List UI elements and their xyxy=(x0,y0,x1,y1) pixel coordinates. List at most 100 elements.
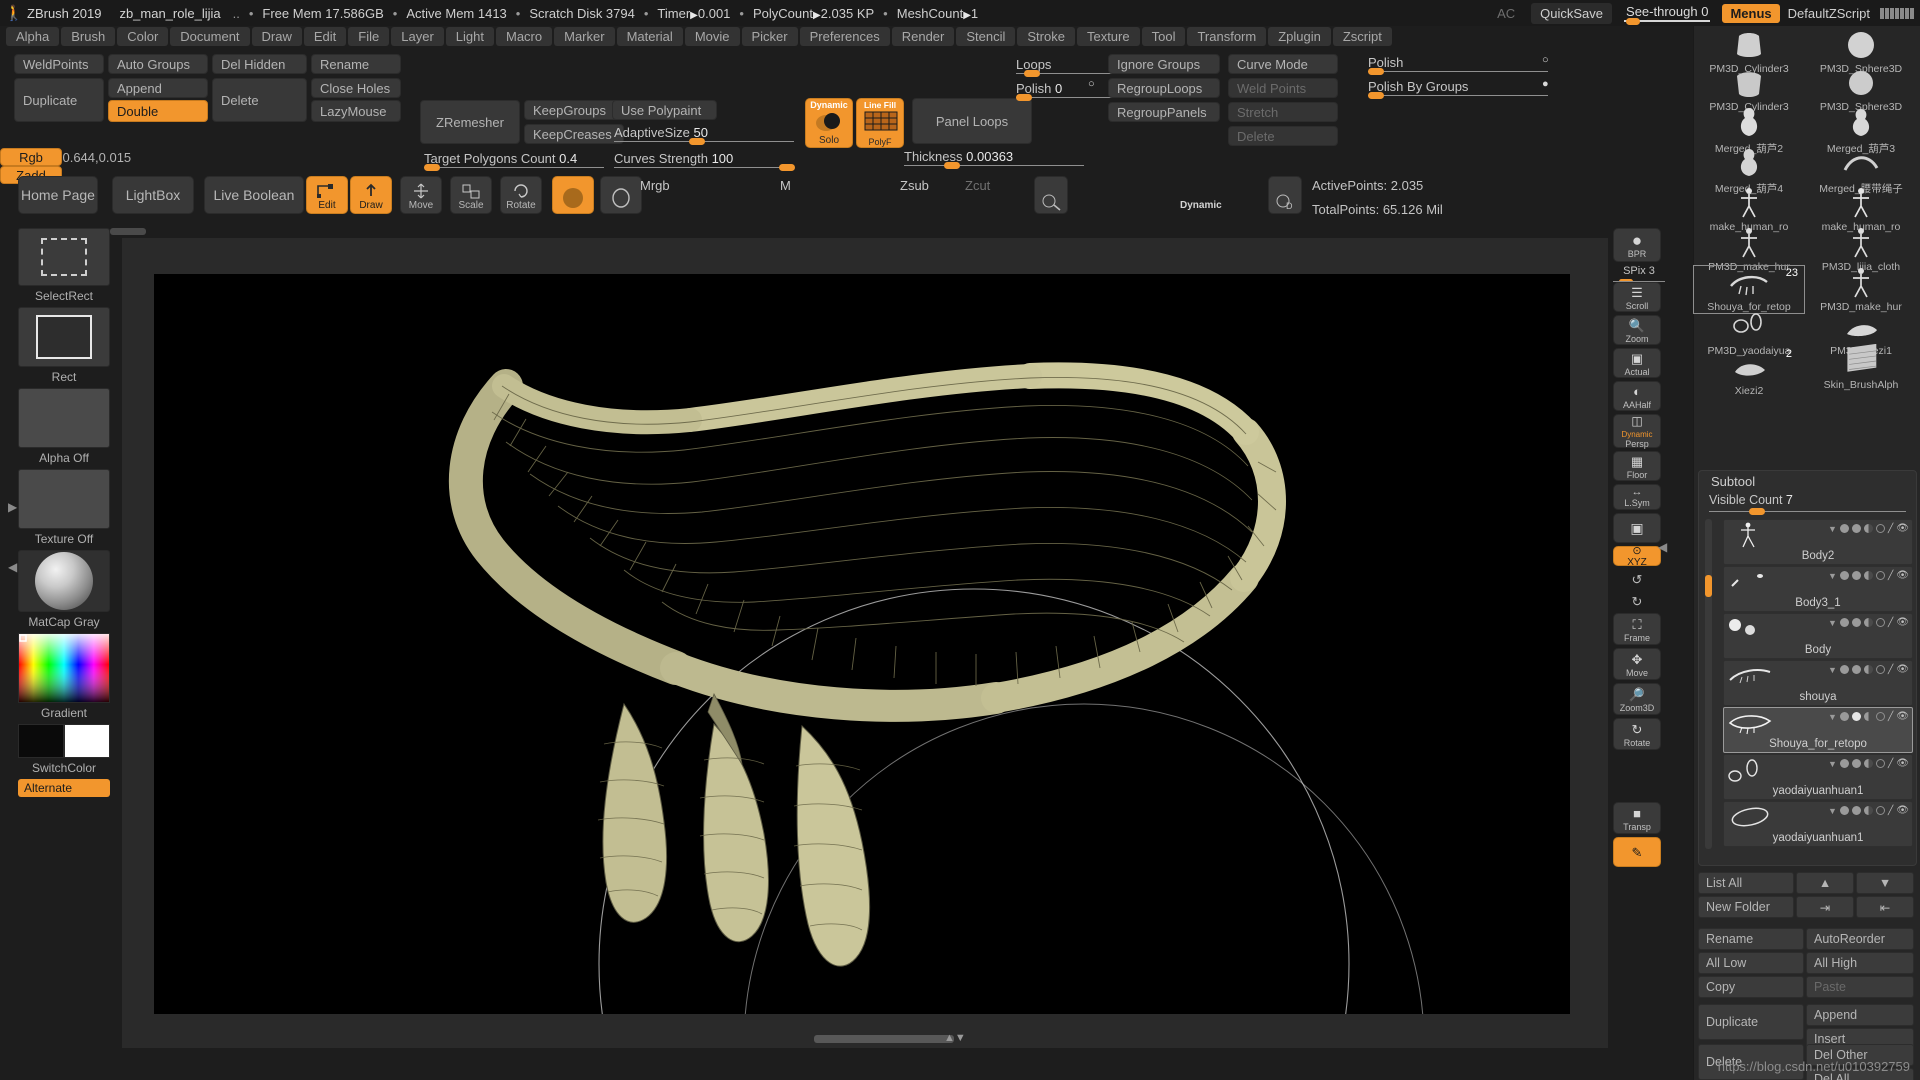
rename-subtool-button[interactable]: Rename xyxy=(1698,928,1804,950)
focal-shift-icon-button[interactable] xyxy=(1034,176,1068,214)
chevron-down-icon[interactable]: ▼ xyxy=(1828,618,1837,628)
menu-zscript[interactable]: Zscript xyxy=(1333,27,1392,46)
edit-mode-button[interactable]: Edit xyxy=(306,176,348,214)
regrouploops-button[interactable]: RegroupLoops xyxy=(1108,78,1220,98)
zoom3d-button[interactable]: 🔎 Zoom3D xyxy=(1613,683,1661,715)
current-brush-button[interactable] xyxy=(552,176,594,214)
win-bar-1[interactable] xyxy=(1880,8,1884,19)
canvas-scroll-thumb[interactable] xyxy=(814,1035,954,1043)
visibility-dot-a[interactable] xyxy=(1840,618,1849,627)
menu-macro[interactable]: Macro xyxy=(496,27,552,46)
copy-button[interactable]: Copy xyxy=(1698,976,1804,998)
frame-button[interactable]: ⛶ Frame xyxy=(1613,613,1661,645)
visible-count-slider[interactable]: Visible Count 7 xyxy=(1709,491,1906,509)
tool-thumb-13[interactable]: PM3D_make_hur xyxy=(1806,266,1916,313)
adaptivesize-slider[interactable]: AdaptiveSize 50 xyxy=(614,124,794,142)
contrast-ring-icon[interactable] xyxy=(1876,759,1885,768)
list-all-button[interactable]: List All xyxy=(1698,872,1794,894)
move3d-button[interactable]: ✥ Move xyxy=(1613,648,1661,680)
menu-picker[interactable]: Picker xyxy=(742,27,798,46)
move-up-button[interactable]: ▲ xyxy=(1796,872,1854,894)
subtool-row-icons[interactable]: ▼ ╱ 👁 xyxy=(1828,617,1909,628)
contrast-ring-icon[interactable] xyxy=(1876,665,1885,674)
primary-color-swatch[interactable] xyxy=(18,724,64,758)
rename-button[interactable]: Rename xyxy=(311,54,401,74)
del-hidden-button[interactable]: Del Hidden xyxy=(212,54,307,74)
selectrect-swatch[interactable] xyxy=(18,228,110,286)
polyframe-toggle[interactable]: Line Fill PolyF xyxy=(856,98,904,148)
live-boolean-button[interactable]: Live Boolean xyxy=(204,176,304,214)
loops-knob[interactable] xyxy=(1024,70,1040,77)
visibility-dot-a[interactable] xyxy=(1840,571,1849,580)
paint-icon[interactable]: ╱ xyxy=(1888,805,1893,816)
polypaint-brush-button[interactable]: ✎ xyxy=(1613,837,1661,867)
chevron-down-icon[interactable]: ▼ xyxy=(1828,759,1837,769)
contrast-ring-icon[interactable] xyxy=(1876,712,1885,721)
visibility-dot-a[interactable] xyxy=(1840,806,1849,815)
subtool-row-icons[interactable]: ▼ ╱ 👁 xyxy=(1828,805,1909,816)
duplicate-subtool-button[interactable]: Duplicate xyxy=(1698,1004,1804,1040)
menu-color[interactable]: Color xyxy=(117,27,168,46)
contrast-ring-icon[interactable] xyxy=(1876,806,1885,815)
all-high-button[interactable]: All High xyxy=(1806,952,1914,974)
half-dot-icon[interactable] xyxy=(1864,806,1873,815)
panel-loops-button[interactable]: Panel Loops xyxy=(912,98,1032,144)
stroke-swatch[interactable] xyxy=(18,307,110,367)
keepgroups-button[interactable]: KeepGroups xyxy=(524,100,624,120)
subtool-row-icons[interactable]: ▼ ╱ 👁 xyxy=(1828,523,1909,534)
adaptivesize-knob[interactable] xyxy=(689,138,705,145)
stroke-button[interactable] xyxy=(600,176,642,214)
move-mode-button[interactable]: Move xyxy=(400,176,442,214)
spix-readout[interactable]: SPix 3 xyxy=(1613,265,1665,282)
menu-material[interactable]: Material xyxy=(617,27,683,46)
duplicate-button[interactable]: Duplicate xyxy=(14,78,104,122)
aahalf-button[interactable]: ◐ AAHalf xyxy=(1613,381,1661,411)
persp-button[interactable]: ◫ Dynamic Persp xyxy=(1613,414,1661,448)
visibility-dot-b[interactable] xyxy=(1852,759,1861,768)
polish-by-groups-slider[interactable]: Polish By Groups xyxy=(1368,78,1548,96)
canvas-horizontal-scrollbar[interactable]: ▲▼ xyxy=(154,1032,1570,1046)
subtool-row-yaodaiyuanhuan1-b[interactable]: ▼ ╱ 👁 yaodaiyuanhuan1 xyxy=(1723,801,1913,847)
win-bar-7[interactable] xyxy=(1910,8,1914,19)
tool-thumb-16[interactable]: Xiezi2 2 xyxy=(1694,350,1804,397)
paint-icon[interactable]: ╱ xyxy=(1888,758,1893,769)
append-button[interactable]: Append xyxy=(108,78,208,98)
subtool-row-icons[interactable]: ▼ ╱ 👁 xyxy=(1828,664,1909,675)
secondary-color-swatch[interactable] xyxy=(64,724,110,758)
scale-mode-button[interactable]: Scale xyxy=(450,176,492,214)
keepcreases-button[interactable]: KeepCreases xyxy=(524,124,624,144)
menu-stencil[interactable]: Stencil xyxy=(956,27,1015,46)
delete-panel-button[interactable]: Delete xyxy=(1228,126,1338,146)
canvas-top-handle[interactable] xyxy=(110,228,146,235)
rotate3d-button[interactable]: ↻ Rotate xyxy=(1613,718,1661,750)
half-dot-icon[interactable] xyxy=(1864,571,1873,580)
subtool-row-body3-1[interactable]: ▼ ╱ 👁 Body3_1 xyxy=(1723,566,1913,612)
canvas-scroll-arrows[interactable]: ▲▼ xyxy=(944,1032,966,1044)
paste-button[interactable]: Paste xyxy=(1806,976,1914,998)
lsym-button[interactable]: ↔ L.Sym xyxy=(1613,484,1661,510)
tool-thumb-17[interactable]: Skin_BrushAlph xyxy=(1806,344,1916,391)
menu-tool[interactable]: Tool xyxy=(1142,27,1186,46)
actual-button[interactable]: ▣ Actual xyxy=(1613,348,1661,378)
eye-icon[interactable]: 👁 xyxy=(1896,711,1909,722)
chevron-down-icon[interactable]: ▼ xyxy=(1828,712,1837,722)
left-tray-collapse-arrow-2[interactable]: ◀ xyxy=(8,560,17,574)
visibility-dot-b[interactable] xyxy=(1852,571,1861,580)
quicksave-button[interactable]: QuickSave xyxy=(1531,3,1612,24)
half-dot-icon[interactable] xyxy=(1864,759,1873,768)
move-down-button[interactable]: ▼ xyxy=(1856,872,1914,894)
polish-knob[interactable] xyxy=(1016,94,1032,101)
chevron-down-icon[interactable]: ▼ xyxy=(1828,665,1837,675)
draw-mode-button[interactable]: Draw xyxy=(350,176,392,214)
right-tray-expand-arrow[interactable]: ◀ xyxy=(1658,540,1667,554)
eye-icon[interactable]: 👁 xyxy=(1896,805,1909,816)
default-zscript-label[interactable]: DefaultZScript xyxy=(1788,6,1870,21)
eye-icon[interactable]: 👁 xyxy=(1896,570,1909,581)
subtool-row-yaodaiyuanhuan1-a[interactable]: ▼ ╱ 👁 yaodaiyuanhuan1 xyxy=(1723,754,1913,800)
m-button[interactable]: M xyxy=(780,178,791,193)
bpr-button[interactable]: ● BPR xyxy=(1613,228,1661,262)
menu-alpha[interactable]: Alpha xyxy=(6,27,59,46)
auto-groups-button[interactable]: Auto Groups xyxy=(108,54,208,74)
transp-button[interactable]: ■ Transp xyxy=(1613,802,1661,834)
delete-button[interactable]: Delete xyxy=(212,78,307,122)
